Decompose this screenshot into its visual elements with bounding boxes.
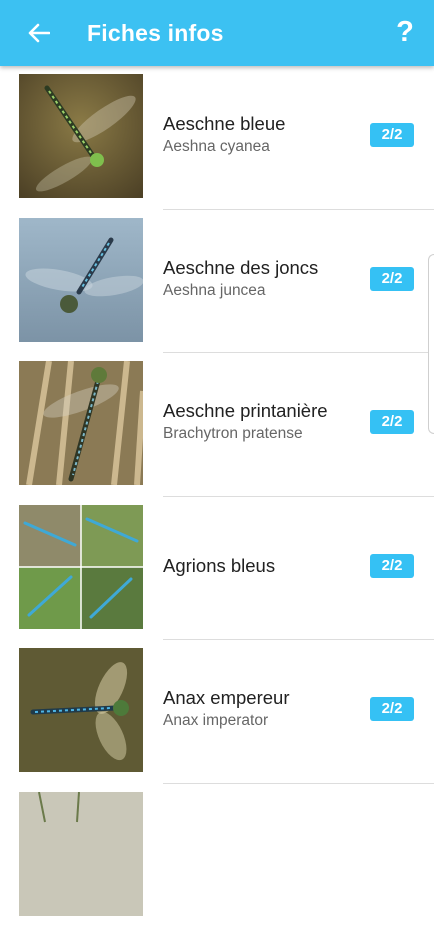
list-item[interactable]: Aeschne bleue Aeshna cyanea 2/2 [0,66,434,210]
latin-name: Anax imperator [163,710,363,732]
species-photo [19,361,143,485]
common-name: Agrions bleus [163,554,363,578]
item-text: Aeschne des joncs Aeshna juncea [163,210,363,348]
scrollbar-handle[interactable] [428,254,434,434]
arrow-left-icon [28,23,50,43]
species-photo [19,505,143,629]
item-text: Aeschne printanière Brachytron pratense [163,353,363,491]
common-name: Aeschne des joncs [163,256,363,280]
common-name: Anax empereur [163,686,363,710]
item-text: Anax empereur Anax imperator [163,640,363,778]
common-name: Aeschne printanière [163,399,363,423]
list-item[interactable] [0,784,434,927]
latin-name: Aeshna juncea [163,280,363,302]
species-photo [19,74,143,198]
list-item[interactable]: Aeschne des joncs Aeshna juncea 2/2 [0,210,434,354]
latin-name: Aeshna cyanea [163,136,363,158]
fiche-count-badge: 2/2 [370,123,414,147]
item-text: Aeschne bleue Aeshna cyanea [163,66,363,204]
common-name: Aeschne bleue [163,112,363,136]
list-item[interactable]: Aeschne printanière Brachytron pratense … [0,353,434,497]
app-bar: Fiches infos ? [0,0,434,66]
item-text: Agrions bleus [163,497,363,635]
species-photo [19,792,143,916]
help-button[interactable]: ? [392,14,418,50]
fiche-count-badge: 2/2 [370,697,414,721]
species-list: Aeschne bleue Aeshna cyanea 2/2 [0,66,434,927]
list-item[interactable]: Anax empereur Anax imperator 2/2 [0,640,434,784]
species-photo [19,218,143,342]
page-title: Fiches infos [87,17,224,49]
fiche-count-badge: 2/2 [370,554,414,578]
list-item[interactable]: Agrions bleus 2/2 [0,497,434,641]
fiche-count-badge: 2/2 [370,410,414,434]
fiche-count-badge: 2/2 [370,267,414,291]
latin-name: Brachytron pratense [163,423,363,445]
species-photo [19,648,143,772]
back-button[interactable] [22,17,56,49]
